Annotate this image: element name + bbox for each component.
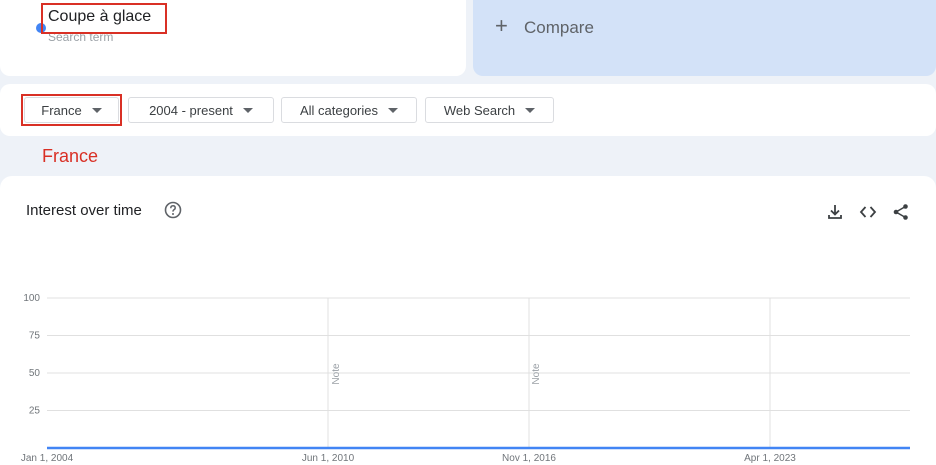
x-tick-label: Jun 1, 2010 [302,453,355,464]
y-tick-label: 100 [23,293,40,304]
y-tick-label: 50 [29,368,41,379]
x-tick-label: Nov 1, 2016 [502,453,556,464]
y-tick-label: 75 [29,331,41,342]
x-tick-label: Apr 1, 2023 [744,453,796,464]
note-marker: Note [531,363,542,385]
y-tick-label: 25 [29,406,41,417]
x-tick-label: Jan 1, 2004 [21,453,74,464]
note-marker: Note [331,363,342,385]
interest-chart: 100 75 50 25 Jan 1, 2004 Jun 1, 2010 Nov 1, 20… [21,293,910,464]
